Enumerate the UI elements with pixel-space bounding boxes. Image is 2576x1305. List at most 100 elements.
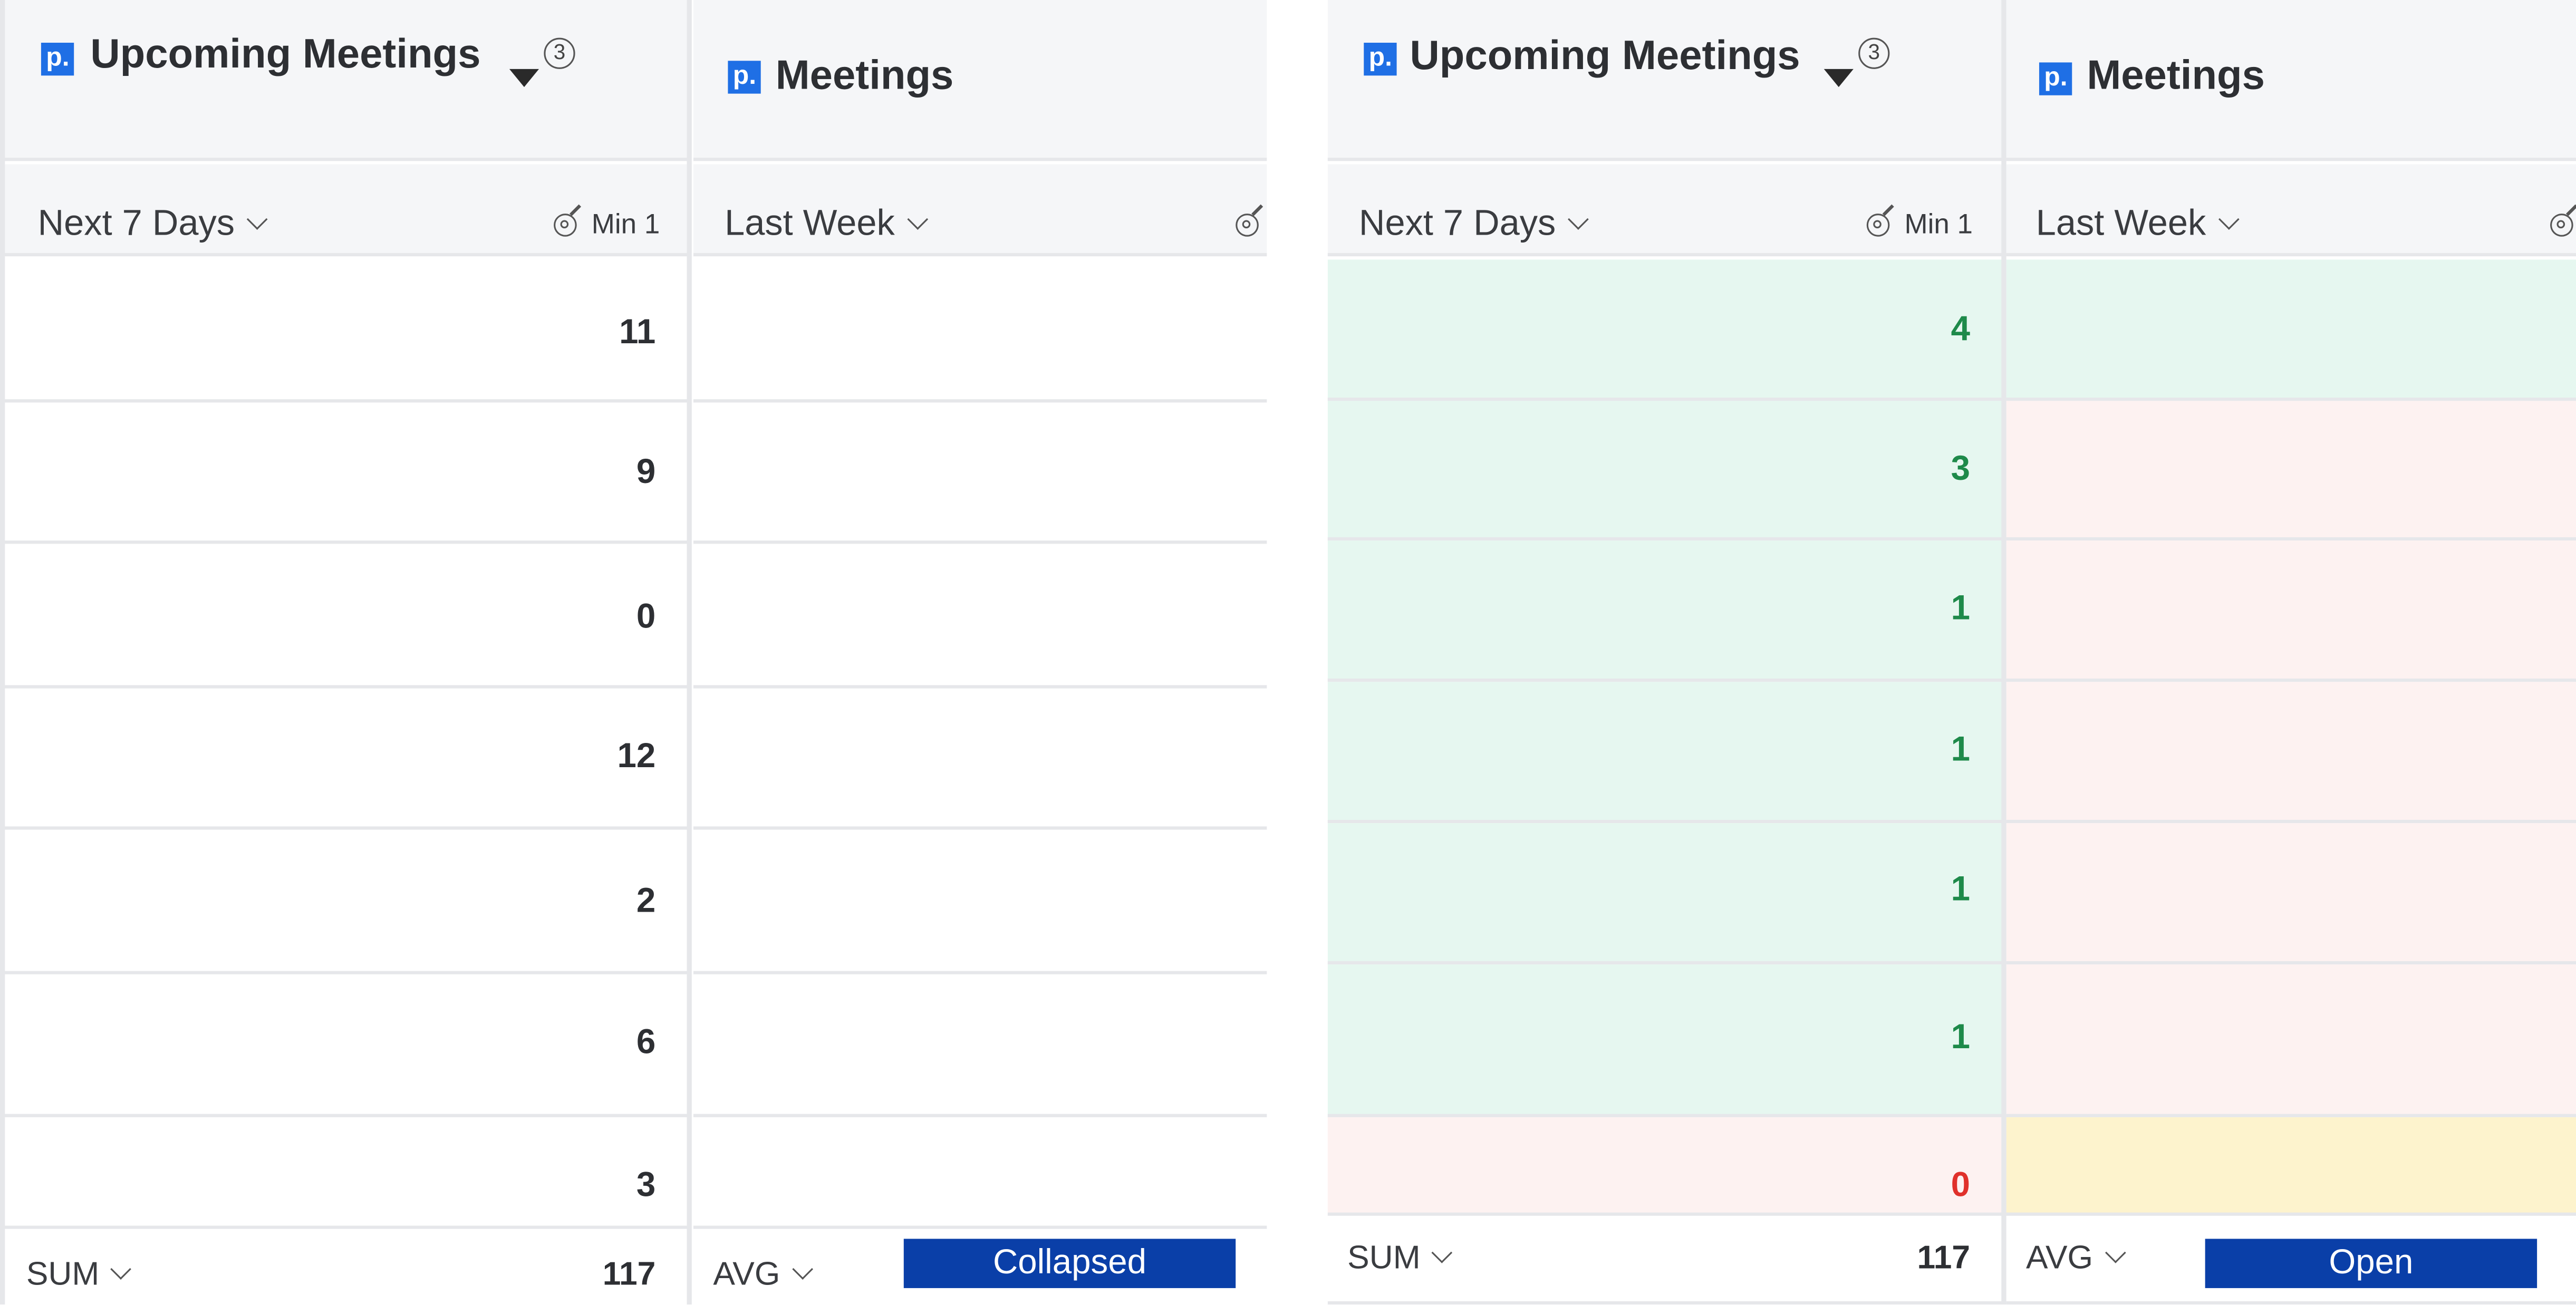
range-label: Next 7 Days	[37, 202, 235, 244]
column-title: Upcoming Meetings	[90, 31, 481, 78]
table-row[interactable]	[693, 1117, 1267, 1229]
table-row[interactable]: 1	[1327, 823, 2003, 965]
column-divider	[2001, 0, 2006, 1305]
table-row[interactable]: 6	[0, 974, 689, 1117]
chevron-down-icon	[1567, 209, 1589, 230]
column-subheader: Next 7 Days Min 1	[1327, 164, 2003, 257]
cell-value: 0	[636, 598, 656, 636]
table-row[interactable]: 9	[0, 402, 689, 544]
aggregate-footer: AVG Open	[2006, 1215, 2576, 1305]
table-row[interactable]	[2006, 823, 2576, 965]
chevron-down-icon	[792, 1259, 813, 1280]
aggregate-dropdown[interactable]: SUM	[26, 1255, 132, 1295]
table-row[interactable]	[2006, 259, 2576, 401]
column-subheader: Last Week	[2006, 164, 2576, 257]
chevron-down-icon	[246, 209, 267, 230]
range-dropdown[interactable]: Next 7 Days	[37, 202, 267, 245]
table-row[interactable]	[693, 402, 1267, 544]
range-label: Last Week	[2035, 202, 2206, 244]
column-header[interactable]: p. Meetings	[693, 0, 1267, 161]
table-row[interactable]: 3	[0, 1117, 689, 1229]
table-row[interactable]	[693, 544, 1267, 689]
pipedrive-p-icon: p.	[41, 43, 74, 76]
meetings-column: p. Meetings Last Week AVG Open	[2006, 0, 2576, 1305]
aggregate-dropdown[interactable]: SUM	[1347, 1239, 1453, 1278]
upcoming-meetings-column: p. Upcoming Meetings 3 Next 7 Days Min 1…	[1327, 0, 2003, 1305]
table-row[interactable]: 1	[1327, 540, 2003, 682]
range-dropdown[interactable]: Next 7 Days	[1358, 202, 1589, 245]
table-row[interactable]: 11	[0, 259, 689, 403]
column-subheader: Last Week	[693, 164, 1267, 257]
table-row[interactable]	[693, 259, 1267, 403]
cell-value: 1	[1951, 871, 1971, 909]
table-row[interactable]	[2006, 1117, 2576, 1216]
table-row[interactable]: 0	[0, 544, 689, 689]
panel-gutter	[1267, 0, 1328, 1305]
range-label: Last Week	[725, 202, 895, 244]
table-row[interactable]	[2006, 540, 2576, 682]
goal-label: Min 1	[1904, 208, 1973, 240]
state-label-button[interactable]: Open	[2205, 1239, 2538, 1288]
chevron-down-icon	[1432, 1242, 1453, 1263]
column-divider	[687, 0, 692, 1305]
table-row[interactable]: 4	[1327, 259, 2003, 401]
table-row[interactable]: 2	[0, 830, 689, 974]
column-subheader: Next 7 Days Min 1	[0, 164, 689, 257]
range-dropdown[interactable]: Last Week	[2035, 202, 2239, 245]
range-label: Next 7 Days	[1358, 202, 1556, 244]
pipedrive-p-icon: p.	[728, 61, 761, 94]
aggregate-footer: AVG Collapsed	[693, 1229, 1267, 1305]
meetings-column: p. Meetings Last Week AVG Collapsed	[693, 0, 1267, 1305]
chevron-down-icon	[111, 1259, 132, 1280]
filter-triangle-icon[interactable]	[1824, 69, 1854, 88]
range-dropdown[interactable]: Last Week	[725, 202, 928, 245]
table-row[interactable]	[2006, 401, 2576, 541]
aggregate-label: AVG	[713, 1256, 780, 1293]
cell-value: 3	[1951, 450, 1971, 488]
column-header[interactable]: p. Meetings	[2006, 0, 2576, 161]
aggregate-dropdown[interactable]: AVG	[2026, 1239, 2126, 1278]
aggregate-value: 117	[602, 1256, 656, 1293]
aggregate-label: AVG	[2026, 1240, 2093, 1277]
column-title: Upcoming Meetings	[1410, 33, 1800, 79]
panel-collapsed: p. Upcoming Meetings 3 Next 7 Days Min 1…	[0, 0, 1267, 1305]
state-label-button[interactable]: Collapsed	[903, 1239, 1236, 1288]
column-title: Meetings	[2087, 52, 2265, 99]
filter-count-badge: 3	[544, 37, 575, 69]
aggregate-dropdown[interactable]: AVG	[713, 1255, 813, 1295]
cell-value: 1	[1951, 731, 1971, 769]
table-row[interactable]: 1	[1327, 964, 2003, 1117]
panel-open: p. Upcoming Meetings 3 Next 7 Days Min 1…	[1327, 0, 2576, 1305]
table-row[interactable]	[693, 689, 1267, 830]
table-row[interactable]: 12	[0, 689, 689, 830]
column-title: Meetings	[775, 52, 954, 99]
column-header[interactable]: p. Upcoming Meetings 3	[0, 0, 689, 161]
table-row[interactable]	[693, 974, 1267, 1117]
table-row[interactable]: 0	[1327, 1117, 2003, 1216]
comparison-stage: p. Upcoming Meetings 3 Next 7 Days Min 1…	[0, 0, 2576, 1305]
chevron-down-icon	[2105, 1242, 2126, 1263]
table-row[interactable]	[2006, 964, 2576, 1117]
cell-value: 0	[1951, 1166, 1971, 1205]
aggregate-footer: SUM 117	[1327, 1215, 2003, 1305]
filter-triangle-icon[interactable]	[509, 69, 539, 88]
aggregate-footer: SUM 117	[0, 1229, 689, 1305]
table-row[interactable]: 3	[1327, 401, 2003, 541]
cell-value: 12	[617, 738, 656, 776]
table-row[interactable]: 1	[1327, 682, 2003, 824]
filter-count-badge: 3	[1858, 37, 1890, 69]
target-goal-icon	[554, 214, 577, 237]
aggregate-label: SUM	[1347, 1240, 1421, 1277]
pipedrive-p-icon: p.	[2039, 62, 2072, 95]
column-header[interactable]: p. Upcoming Meetings 3	[1327, 0, 2003, 161]
target-goal-icon	[2550, 214, 2573, 237]
goal-label: Min 1	[591, 208, 660, 240]
cell-value: 9	[636, 453, 656, 491]
upcoming-meetings-column: p. Upcoming Meetings 3 Next 7 Days Min 1…	[0, 0, 689, 1305]
chevron-down-icon	[906, 209, 928, 230]
pipedrive-p-icon: p.	[1364, 43, 1397, 76]
table-row[interactable]	[693, 830, 1267, 974]
table-row[interactable]	[2006, 682, 2576, 824]
cell-value: 1	[1951, 589, 1971, 628]
chevron-down-icon	[2217, 209, 2239, 230]
